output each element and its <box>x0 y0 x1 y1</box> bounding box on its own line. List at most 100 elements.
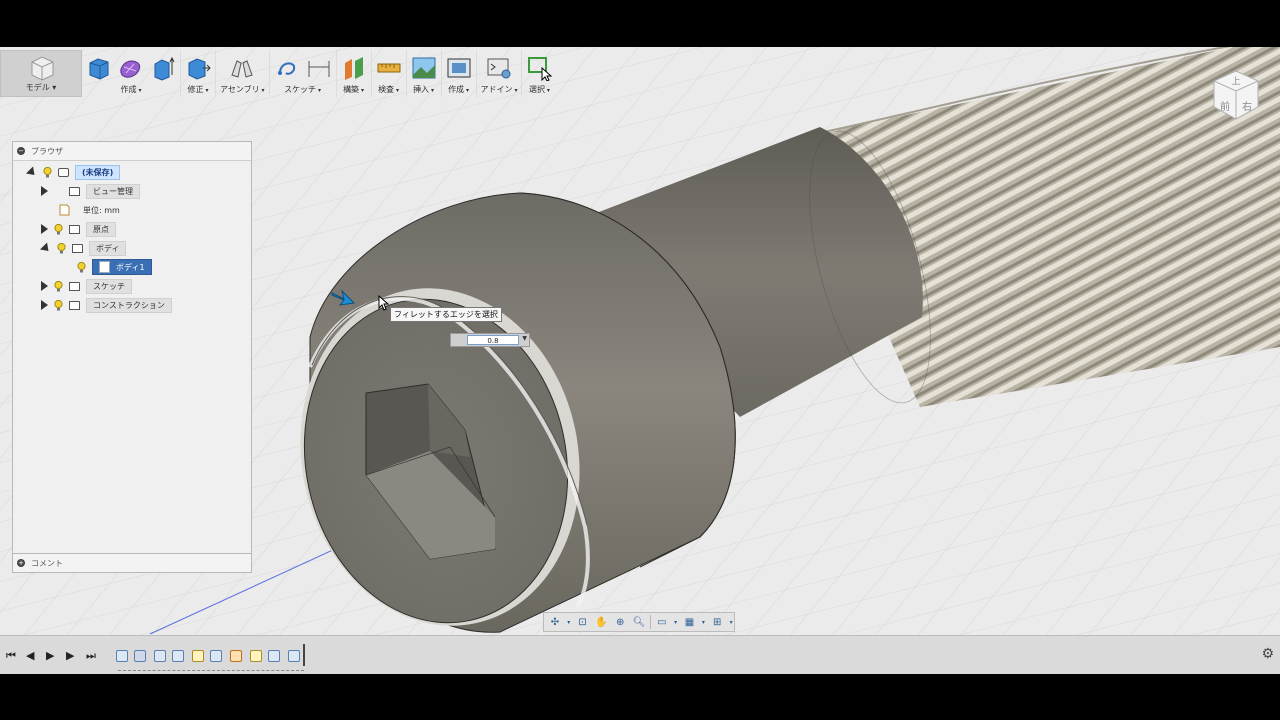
orbit-dropdown-icon[interactable]: ▾ <box>566 615 572 629</box>
toolbar: モデル ▾ 作成 修正 アセンブリ <box>0 50 556 97</box>
measure-icon[interactable] <box>376 55 402 81</box>
joint-icon[interactable] <box>229 55 255 81</box>
form-icon[interactable] <box>118 55 144 81</box>
extrude-icon[interactable] <box>150 55 176 81</box>
make-label: 作成 <box>448 84 469 95</box>
step-back-icon[interactable]: ◀ <box>26 649 34 662</box>
expand-triangle-icon[interactable] <box>41 281 48 291</box>
workspace-switcher[interactable]: モデル ▾ <box>0 50 82 97</box>
box-icon[interactable] <box>86 55 112 81</box>
tree-item-construction[interactable]: コンストラクション <box>41 297 172 313</box>
tree-item-sketches[interactable]: スケッチ <box>41 278 132 294</box>
play-icon[interactable]: ▶ <box>46 649 54 662</box>
print-3d-icon[interactable] <box>446 55 472 81</box>
display-settings-icon[interactable]: ▭ <box>654 615 670 629</box>
timeline-marker[interactable] <box>303 644 305 666</box>
timeline-revolve-feature[interactable] <box>154 650 166 662</box>
expand-triangle-icon[interactable] <box>41 186 48 196</box>
insert-label: 挿入 <box>413 84 434 95</box>
assemble-group[interactable]: アセンブリ <box>216 50 270 97</box>
grid-settings-icon[interactable]: ▦ <box>682 615 698 629</box>
insert-image-icon[interactable] <box>411 55 437 81</box>
grid-dropdown-icon[interactable]: ▾ <box>700 615 706 629</box>
folder-icon <box>69 224 80 234</box>
sketch-dimension-icon[interactable] <box>306 55 332 81</box>
timeline-hole-feature[interactable] <box>210 650 222 662</box>
assemble-label: アセンブリ <box>220 84 265 95</box>
modify-group[interactable]: 修正 <box>181 50 216 97</box>
inspect-group[interactable]: 検査 <box>372 50 407 97</box>
expand-icon[interactable]: + <box>17 559 25 567</box>
scripts-icon[interactable] <box>486 55 512 81</box>
viewports-icon[interactable]: ⊞ <box>709 615 725 629</box>
look-at-icon[interactable]: ⊡ <box>575 615 591 629</box>
timeline-shell-feature[interactable] <box>268 650 280 662</box>
timeline-split-feature[interactable] <box>288 650 300 662</box>
timeline: ⏮ ◀ ▶ ▶ ⏭ ⚙ <box>0 635 1280 674</box>
visibility-bulb-icon[interactable] <box>54 299 63 311</box>
offset-plane-icon[interactable] <box>341 55 367 81</box>
collapse-triangle-icon[interactable] <box>25 165 39 179</box>
insert-group[interactable]: 挿入 <box>407 50 442 97</box>
visibility-bulb-icon[interactable] <box>54 223 63 235</box>
tree-item-origin[interactable]: 原点 <box>41 221 116 237</box>
collapse-icon[interactable]: − <box>17 147 25 155</box>
create-group[interactable]: 作成 <box>82 50 181 97</box>
viewcube-right-face[interactable]: 右 <box>1242 100 1252 113</box>
gear-icon[interactable]: ⚙ <box>1261 646 1274 662</box>
timeline-chamfer-feature[interactable] <box>192 650 204 662</box>
tree-label-unsaved: (未保存) <box>75 164 121 180</box>
component-icon <box>58 167 69 177</box>
select-arrow-icon <box>331 289 356 306</box>
fillet-radius-input[interactable]: 0.8 <box>467 335 519 345</box>
tree-item-units[interactable]: 単位: mm <box>59 202 127 218</box>
display-dropdown-icon[interactable]: ▾ <box>673 615 679 629</box>
make-group[interactable]: 作成 <box>442 50 477 97</box>
timeline-extrude-feature[interactable] <box>172 650 184 662</box>
tree-item-named-views[interactable]: ビュー管理 <box>41 183 140 199</box>
viewcube-front-face[interactable]: 前 <box>1220 100 1230 113</box>
sketch-group[interactable]: スケッチ <box>270 50 337 97</box>
timeline-sketch-feature[interactable] <box>116 650 128 662</box>
model-workspace-icon <box>31 56 54 81</box>
go-to-end-icon[interactable]: ⏭ <box>86 649 96 663</box>
pan-icon[interactable]: ✋ <box>594 615 610 629</box>
timeline-thread-feature[interactable] <box>230 650 242 662</box>
sketch-curve-icon[interactable] <box>274 55 300 81</box>
visibility-bulb-icon[interactable] <box>54 280 63 292</box>
viewcube[interactable]: 上 前 右 <box>1208 67 1264 123</box>
visibility-bulb-icon[interactable] <box>57 242 66 254</box>
dimension-dropdown-icon[interactable]: ▼ <box>522 335 527 342</box>
browser-title: ブラウザ <box>31 146 63 156</box>
expand-triangle-icon[interactable] <box>41 300 48 310</box>
timeline-fillet-feature[interactable] <box>250 650 262 662</box>
select-group[interactable]: 選択 <box>522 50 556 97</box>
body-icon <box>99 261 110 273</box>
addins-label: アドイン <box>481 84 518 95</box>
go-to-start-icon[interactable]: ⏮ <box>6 649 16 663</box>
fillet-dimension-box: 0.8 ▼ <box>450 333 530 347</box>
create-label: 作成 <box>121 84 142 95</box>
orbit-icon[interactable]: ✣ <box>547 615 563 629</box>
construct-group[interactable]: 構築 <box>337 50 372 97</box>
folder-icon <box>69 186 80 196</box>
expand-triangle-icon[interactable] <box>41 224 48 234</box>
viewports-dropdown-icon[interactable]: ▾ <box>728 615 734 629</box>
visibility-bulb-icon[interactable] <box>77 261 86 273</box>
viewcube-top-face[interactable]: 上 <box>1231 76 1240 87</box>
comments-panel[interactable]: + コメント <box>12 553 252 573</box>
zoom-icon[interactable]: ⊕ <box>612 615 628 629</box>
sketch-label: スケッチ <box>284 84 321 95</box>
tree-item-root[interactable]: (未保存) <box>25 164 121 180</box>
tree-item-body1[interactable]: ボディ1 <box>77 259 152 275</box>
step-forward-icon[interactable]: ▶ <box>66 649 74 662</box>
addins-group[interactable]: アドイン <box>477 50 523 97</box>
select-icon[interactable] <box>526 55 553 81</box>
collapse-triangle-icon[interactable] <box>39 241 53 255</box>
browser-header[interactable]: − ブラウザ <box>13 142 251 161</box>
timeline-coil-feature[interactable] <box>134 650 146 662</box>
press-pull-icon[interactable] <box>185 55 211 81</box>
zoom-window-icon[interactable]: 🔍︎ <box>631 615 647 629</box>
tree-item-bodies[interactable]: ボディ <box>39 240 127 256</box>
visibility-bulb-icon[interactable] <box>43 166 52 178</box>
